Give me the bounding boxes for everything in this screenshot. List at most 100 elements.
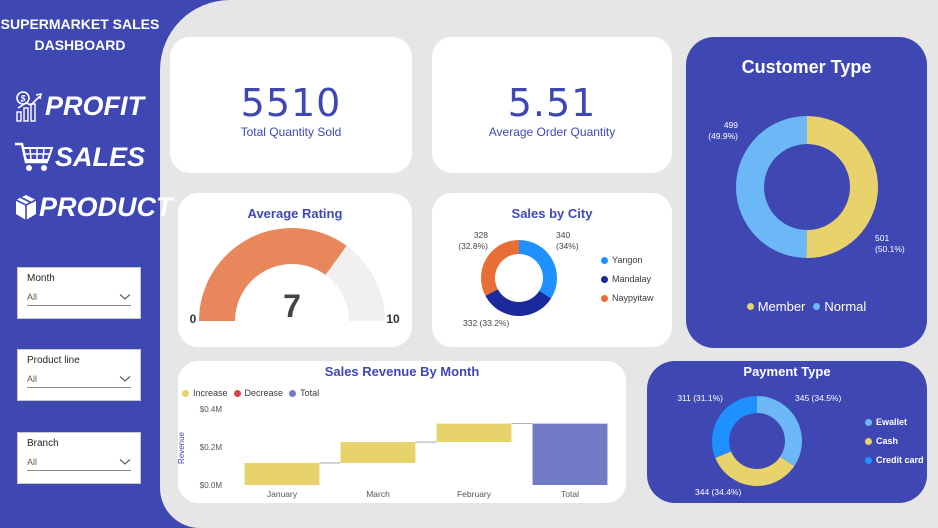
- city-slice-mandalay[interactable]: [485, 289, 552, 316]
- box-icon: [14, 193, 38, 223]
- legend-cash-label: Cash: [876, 436, 899, 446]
- sales-by-city-legend: Yangon Mandalay Naypyitaw: [601, 255, 654, 303]
- customer-slice-normal[interactable]: [736, 116, 807, 258]
- product-line-slicer-label: Product line: [27, 355, 80, 366]
- average-rating-card: Average Rating 7 0 10: [178, 193, 412, 347]
- branch-slicer-label: Branch: [27, 438, 59, 449]
- legend-dot: [601, 275, 608, 283]
- x-tick-label-march: March: [366, 489, 390, 499]
- waterfall-bar-march[interactable]: [340, 442, 416, 463]
- legend-mandalay[interactable]: Mandalay: [601, 274, 654, 284]
- payment-slice-credit-card[interactable]: [712, 396, 757, 458]
- avg-order-quantity-value: 5.51: [507, 81, 597, 125]
- product-line-slicer: Product line All: [17, 349, 141, 401]
- legend-yangon[interactable]: Yangon: [601, 255, 654, 265]
- total-quantity-value: 5510: [240, 81, 342, 125]
- chevron-down-icon: [119, 459, 131, 465]
- gauge-fill: [199, 228, 347, 321]
- customer-label-member-value: 501: [875, 233, 889, 243]
- city-label-yangon-value: 340: [556, 230, 570, 240]
- legend-ewallet[interactable]: Ewallet: [865, 417, 924, 427]
- legend-credit-card-label: Credit card: [876, 455, 924, 465]
- legend-credit-card[interactable]: Credit card: [865, 455, 924, 465]
- y-tick-label: $0.0M: [200, 481, 223, 490]
- payment-slice-ewallet[interactable]: [757, 396, 802, 467]
- legend-dot: [865, 418, 872, 426]
- legend-ewallet-label: Ewallet: [876, 417, 908, 427]
- waterfall-bar-february[interactable]: [436, 423, 512, 443]
- waterfall-bar-total[interactable]: [532, 423, 608, 485]
- city-label-naypyitaw-pct: (32.8%): [458, 241, 488, 251]
- total-quantity-label: Total Quantity Sold: [240, 125, 342, 139]
- average-rating-value: 7: [283, 288, 301, 324]
- nav-product-button[interactable]: PRODUCT: [14, 192, 173, 223]
- avg-order-quantity-card: 5.51 Average Order Quantity: [432, 37, 672, 173]
- x-tick-label-february: February: [457, 489, 492, 499]
- legend-member[interactable]: Member: [746, 299, 806, 314]
- legend-dot: [601, 294, 608, 302]
- total-quantity-card: 5510 Total Quantity Sold: [170, 37, 412, 173]
- chevron-down-icon: [119, 376, 131, 382]
- dashboard-title: SUPERMARKET SALES DASHBOARD: [0, 14, 160, 56]
- product-line-dropdown[interactable]: All: [27, 371, 131, 388]
- legend-cash[interactable]: Cash: [865, 436, 924, 446]
- month-dropdown[interactable]: All: [27, 289, 131, 306]
- average-rating-gauge: 7 0 10: [190, 228, 400, 326]
- customer-label-member-pct: (50.1%): [875, 244, 905, 254]
- branch-dropdown-value: All: [27, 457, 38, 467]
- city-label-mandalay: 332 (33.2%): [463, 318, 509, 328]
- product-line-dropdown-value: All: [27, 374, 38, 384]
- y-axis-title: Revenue: [178, 431, 186, 464]
- nav-product-label: PRODUCT: [39, 192, 173, 222]
- payment-label-credit-card: 311 (31.1%): [677, 393, 723, 403]
- legend-dot: [865, 456, 872, 464]
- nav-profit-label: PROFIT: [45, 90, 144, 121]
- sales-by-city-card: Sales by City 340 (34%) 332 (33.2%) 328 …: [432, 193, 672, 347]
- customer-type-card: Customer Type 499 (49.9%) 501 (50.1%) Me…: [686, 37, 927, 348]
- x-tick-label-total: Total: [561, 489, 579, 499]
- payment-type-legend: Ewallet Cash Credit card: [865, 417, 924, 465]
- legend-normal-label: Normal: [824, 299, 867, 314]
- waterfall-bar-january[interactable]: [244, 462, 320, 485]
- y-tick-label: $0.2M: [200, 443, 223, 452]
- legend-dot: [746, 303, 754, 310]
- city-label-naypyitaw-value: 328: [474, 230, 488, 240]
- legend-member-label: Member: [757, 299, 806, 314]
- customer-slice-member[interactable]: [806, 116, 879, 258]
- svg-text:$: $: [19, 94, 26, 104]
- customer-label-normal-value: 499: [724, 120, 738, 130]
- legend-dot: [601, 256, 608, 264]
- nav-sales-button[interactable]: SALES: [14, 140, 145, 174]
- legend-yangon-label: Yangon: [612, 255, 643, 265]
- month-slicer-label: Month: [27, 273, 55, 284]
- payment-type-card: Payment Type 345 (34.5%) 344 (34.4%) 311…: [647, 361, 927, 503]
- dashboard-title-line2: DASHBOARD: [34, 37, 126, 53]
- city-slice-yangon[interactable]: [519, 240, 557, 299]
- avg-order-quantity-label: Average Order Quantity: [488, 125, 616, 139]
- legend-dot: [865, 437, 872, 445]
- legend-normal[interactable]: Normal: [813, 299, 866, 314]
- cart-icon: [14, 140, 54, 174]
- month-slicer: Month All: [17, 267, 141, 319]
- payment-label-cash: 344 (34.4%): [695, 487, 741, 497]
- nav-profit-button[interactable]: $ PROFIT: [14, 90, 144, 122]
- chevron-down-icon: [119, 294, 131, 300]
- city-label-yangon-pct: (34%): [556, 241, 579, 251]
- x-tick-label-january: January: [267, 489, 298, 499]
- profit-icon: $: [14, 90, 44, 122]
- sales-revenue-card: Sales Revenue By Month Increase Decrease…: [178, 361, 626, 503]
- payment-label-ewallet: 345 (34.5%): [795, 393, 841, 403]
- customer-label-normal-pct: (49.9%): [708, 131, 738, 141]
- nav-sales-label: SALES: [55, 141, 146, 172]
- legend-dot: [813, 303, 821, 310]
- customer-type-legend: Member Normal: [686, 299, 927, 314]
- sales-revenue-chart: Revenue $0.0M $0.2M $0.4M January March Febr…: [178, 405, 608, 499]
- dashboard-title-line1: SUPERMARKET SALES: [0, 16, 160, 32]
- branch-slicer: Branch All: [17, 432, 141, 484]
- legend-mandalay-label: Mandalay: [612, 274, 652, 284]
- y-tick-label: $0.4M: [200, 405, 223, 414]
- legend-naypyitaw[interactable]: Naypyitaw: [601, 293, 654, 303]
- gauge-max-label: 10: [386, 312, 400, 326]
- gauge-min-label: 0: [190, 312, 197, 326]
- branch-dropdown[interactable]: All: [27, 454, 131, 471]
